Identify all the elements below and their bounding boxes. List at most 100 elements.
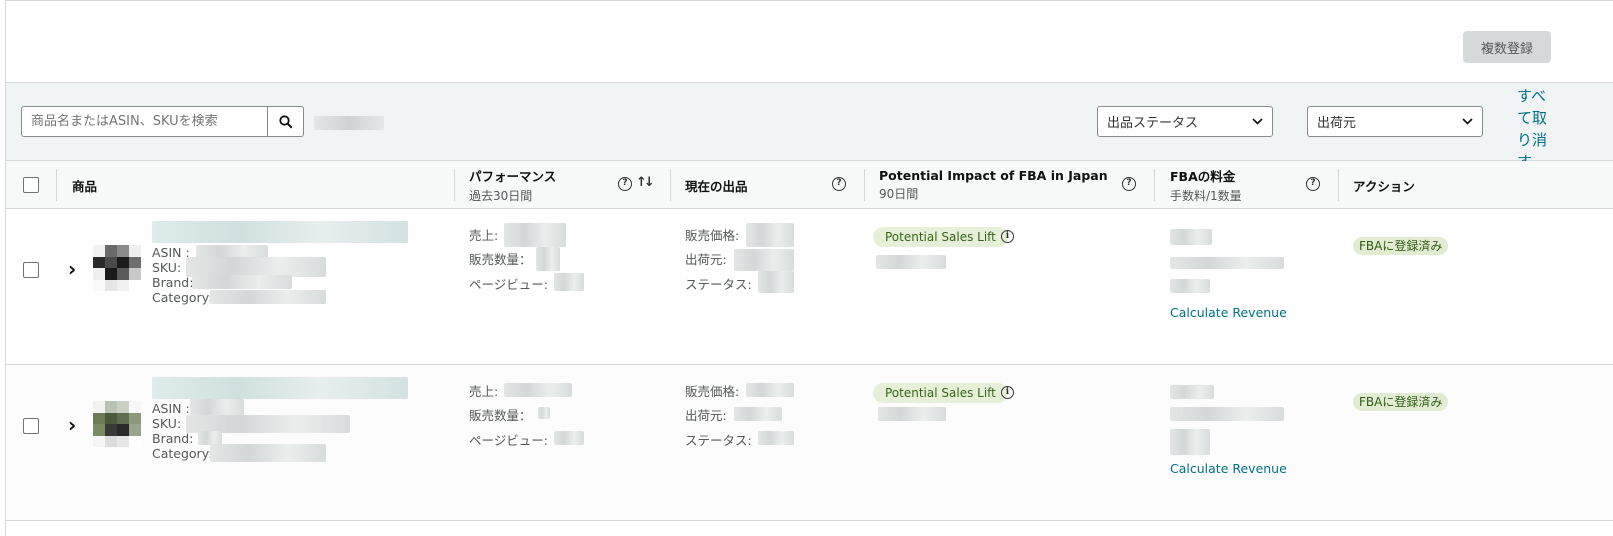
info-icon[interactable]: i xyxy=(1001,230,1014,243)
redacted-category xyxy=(210,290,326,304)
redacted-units xyxy=(536,247,560,271)
asin-label: ASIN : xyxy=(152,401,190,416)
column-divider xyxy=(454,169,455,201)
redacted-units xyxy=(538,407,550,419)
pageviews-label: ページビュー: xyxy=(469,433,548,448)
redacted-sales xyxy=(504,383,572,397)
redacted-product-title xyxy=(152,221,408,243)
sales-label: 売上: xyxy=(469,384,499,399)
redacted-price xyxy=(746,383,794,397)
status-label: ステータス: xyxy=(685,433,752,448)
redacted-brand xyxy=(198,431,222,445)
listing-status-select[interactable]: 出品ステータス xyxy=(1097,106,1273,137)
ship-from-select-value: 出荷元 xyxy=(1317,116,1357,131)
select-all-checkbox[interactable] xyxy=(23,177,39,193)
column-divider xyxy=(670,169,671,201)
expand-chevron-icon[interactable]: › xyxy=(68,257,76,281)
search-button[interactable] xyxy=(267,106,304,137)
listing-status-select-value: 出品ステータス xyxy=(1107,116,1199,131)
redacted-category xyxy=(210,444,326,462)
units-label: 販売数量： xyxy=(469,408,532,423)
redacted-fee-3 xyxy=(1170,429,1210,455)
price-label: 販売価格: xyxy=(685,384,740,399)
row-checkbox[interactable] xyxy=(23,262,39,278)
help-icon[interactable]: ? xyxy=(618,177,632,191)
brand-label: Brand: xyxy=(152,275,194,290)
help-icon[interactable]: ? xyxy=(832,177,846,191)
chevron-down-icon xyxy=(1252,118,1263,125)
redacted-ship-from xyxy=(734,249,794,271)
info-icon[interactable]: i xyxy=(1001,386,1014,399)
header-action-title: アクション xyxy=(1353,178,1415,194)
redacted-ship-from xyxy=(734,407,782,421)
sales-lift-badge: Potential Sales Lift xyxy=(873,227,1008,247)
header-performance-title: パフォーマンス xyxy=(469,169,557,184)
sales-lift-badge: Potential Sales Lift xyxy=(873,383,1008,403)
column-divider xyxy=(1154,169,1155,201)
redacted-fee-3 xyxy=(1170,279,1210,293)
redacted-impact-value xyxy=(878,407,946,421)
redacted-sku xyxy=(186,257,326,277)
top-toolbar: 複数登録 xyxy=(6,1,1613,83)
sort-icon[interactable]: ↑↓ xyxy=(636,175,655,190)
redacted-product-title xyxy=(152,377,408,399)
category-label: Category: xyxy=(152,290,213,305)
column-divider xyxy=(1338,169,1339,201)
app-frame: 複数登録 出品ステータス 出荷元 すべて取り消す 商品 パフォーマンス xyxy=(5,0,1613,536)
calculate-revenue-link[interactable]: Calculate Revenue xyxy=(1170,305,1287,320)
clear-all-link[interactable]: すべて取り消す xyxy=(1517,85,1557,161)
redacted-fee-1 xyxy=(1170,385,1214,399)
header-fba-fees-title: FBAの料金 xyxy=(1170,169,1236,184)
asin-label: ASIN : xyxy=(152,245,190,260)
multi-register-button[interactable]: 複数登録 xyxy=(1463,31,1551,63)
header-fba-fees: FBAの料金 手数料/1数量 xyxy=(1170,161,1242,209)
pageviews-label: ページビュー: xyxy=(469,277,548,292)
header-fba-impact-sub: 90日間 xyxy=(879,187,919,201)
header-current-listing: 現在の出品 xyxy=(685,161,748,209)
search-icon xyxy=(278,114,293,129)
column-divider xyxy=(56,169,57,201)
redacted-pageviews xyxy=(554,431,584,445)
fba-registered-badge: FBAに登録済み xyxy=(1353,393,1449,411)
chevron-down-icon xyxy=(1462,118,1473,125)
header-fba-fees-sub: 手数料/1数量 xyxy=(1170,189,1242,203)
redacted-brand xyxy=(192,275,292,289)
header-current-listing-title: 現在の出品 xyxy=(685,178,748,194)
price-label: 販売価格: xyxy=(685,228,740,243)
search-input[interactable] xyxy=(21,106,268,137)
redacted-price xyxy=(746,223,794,247)
sku-label: SKU: xyxy=(152,260,182,275)
table-header: 商品 パフォーマンス 過去30日間 ? ↑↓ 現在の出品 ? Potential… xyxy=(6,161,1613,209)
ship-from-label: 出荷元: xyxy=(685,408,727,423)
status-label: ステータス: xyxy=(685,277,752,292)
table-row: › ASIN : SKU: Brand: Category: 売上: 販売数量：… xyxy=(6,209,1613,365)
calculate-revenue-link[interactable]: Calculate Revenue xyxy=(1170,461,1287,476)
help-icon[interactable]: ? xyxy=(1306,177,1320,191)
redacted-filter-chip xyxy=(314,116,384,130)
redacted-impact-value xyxy=(876,255,946,269)
column-divider xyxy=(864,169,865,201)
redacted-fee-2 xyxy=(1170,407,1284,421)
ship-from-label: 出荷元: xyxy=(685,252,727,267)
product-thumbnail xyxy=(93,401,141,447)
product-thumbnail xyxy=(93,245,141,291)
table-row: › ASIN : SKU: Brand: Category: 売上: 販売数量：… xyxy=(6,365,1613,521)
help-icon[interactable]: ? xyxy=(1122,177,1136,191)
header-performance[interactable]: パフォーマンス 過去30日間 xyxy=(469,161,556,209)
brand-label: Brand: xyxy=(152,431,194,446)
redacted-pageviews xyxy=(554,273,584,291)
redacted-status xyxy=(758,431,794,445)
row-checkbox[interactable] xyxy=(23,418,39,434)
redacted-fee-1 xyxy=(1170,229,1212,245)
redacted-sales xyxy=(504,223,566,247)
header-action: アクション xyxy=(1353,161,1415,209)
ship-from-select[interactable]: 出荷元 xyxy=(1307,106,1483,137)
expand-chevron-icon[interactable]: › xyxy=(68,413,76,437)
header-fba-impact: Potential Impact of FBA in Japan 90日間 xyxy=(879,161,1108,209)
category-label: Category: xyxy=(152,446,213,461)
fba-registered-badge: FBAに登録済み xyxy=(1353,237,1449,255)
filter-bar: 出品ステータス 出荷元 すべて取り消す xyxy=(6,83,1613,161)
header-fba-impact-title: Potential Impact of FBA in Japan xyxy=(879,168,1108,183)
header-performance-sub: 過去30日間 xyxy=(469,189,533,203)
sales-label: 売上: xyxy=(469,228,499,243)
